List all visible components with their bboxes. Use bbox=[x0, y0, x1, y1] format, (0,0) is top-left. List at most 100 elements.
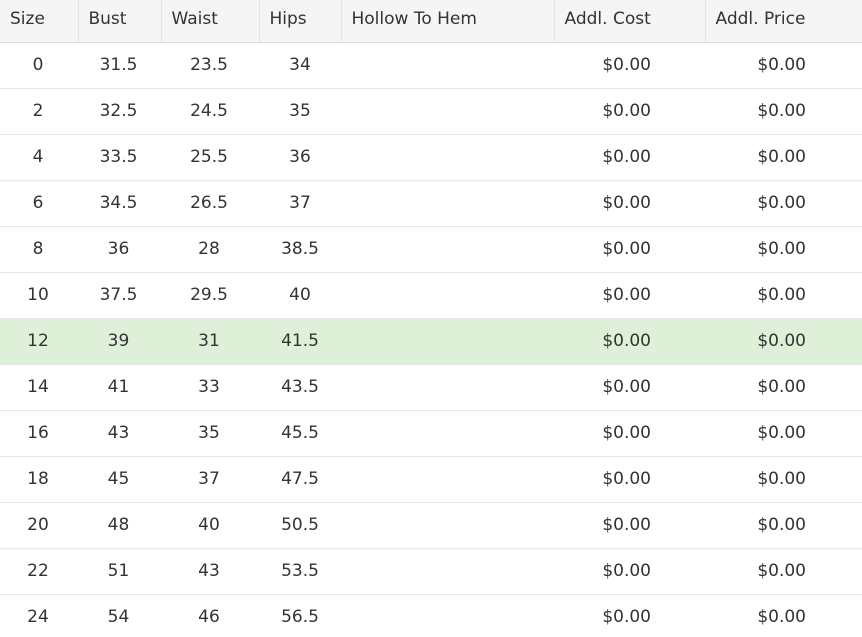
cell-size: 22 bbox=[0, 548, 78, 595]
cell-bust: 41 bbox=[78, 364, 161, 411]
cell-bust: 37.5 bbox=[78, 272, 161, 319]
cell-hollow-to-hem bbox=[341, 88, 554, 135]
cell-waist: 26.5 bbox=[161, 180, 259, 227]
cell-waist: 23.5 bbox=[161, 42, 259, 89]
cell-waist: 37 bbox=[161, 456, 259, 503]
cell-size: 2 bbox=[0, 88, 78, 135]
cell-addl-price: $0.00 bbox=[705, 272, 862, 319]
cell-bust: 51 bbox=[78, 548, 161, 595]
cell-addl-cost: $0.00 bbox=[554, 226, 705, 273]
table-row[interactable]: 6 34.5 26.5 37 $0.00 $0.00 bbox=[0, 180, 862, 227]
cell-hollow-to-hem bbox=[341, 548, 554, 595]
table-row[interactable]: 20 48 40 50.5 $0.00 $0.00 bbox=[0, 502, 862, 549]
cell-waist: 33 bbox=[161, 364, 259, 411]
column-header-hips[interactable]: Hips bbox=[259, 0, 342, 43]
cell-bust: 54 bbox=[78, 594, 161, 637]
table-row[interactable]: 4 33.5 25.5 36 $0.00 $0.00 bbox=[0, 134, 862, 181]
cell-size: 6 bbox=[0, 180, 78, 227]
cell-size: 18 bbox=[0, 456, 78, 503]
table-row[interactable]: 22 51 43 53.5 $0.00 $0.00 bbox=[0, 548, 862, 595]
cell-hips: 43.5 bbox=[259, 364, 341, 411]
column-header-hollow-to-hem[interactable]: Hollow To Hem bbox=[341, 0, 555, 43]
table-row[interactable]: 8 36 28 38.5 $0.00 $0.00 bbox=[0, 226, 862, 273]
cell-size: 16 bbox=[0, 410, 78, 457]
cell-bust: 33.5 bbox=[78, 134, 161, 181]
size-chart-table: Size Bust Waist Hips Hollow To Hem Addl.… bbox=[0, 0, 862, 637]
cell-waist: 29.5 bbox=[161, 272, 259, 319]
cell-addl-price: $0.00 bbox=[705, 134, 862, 181]
cell-hollow-to-hem bbox=[341, 502, 554, 549]
column-header-size[interactable]: Size bbox=[0, 0, 79, 43]
column-header-addl-cost[interactable]: Addl. Cost bbox=[554, 0, 706, 43]
table-row[interactable]: 0 31.5 23.5 34 $0.00 $0.00 bbox=[0, 42, 862, 89]
cell-size: 14 bbox=[0, 364, 78, 411]
cell-hips: 40 bbox=[259, 272, 341, 319]
cell-hollow-to-hem bbox=[341, 364, 554, 411]
table-row[interactable]: 24 54 46 56.5 $0.00 $0.00 bbox=[0, 594, 862, 637]
table-body: 0 31.5 23.5 34 $0.00 $0.00 2 32.5 24.5 35 $0.00 $0… bbox=[0, 42, 862, 637]
cell-size: 0 bbox=[0, 42, 78, 89]
cell-bust: 31.5 bbox=[78, 42, 161, 89]
cell-size: 8 bbox=[0, 226, 78, 273]
table-row[interactable]: 10 37.5 29.5 40 $0.00 $0.00 bbox=[0, 272, 862, 319]
cell-addl-price: $0.00 bbox=[705, 410, 862, 457]
cell-bust: 43 bbox=[78, 410, 161, 457]
cell-addl-price: $0.00 bbox=[705, 502, 862, 549]
cell-size: 10 bbox=[0, 272, 78, 319]
cell-hips: 38.5 bbox=[259, 226, 341, 273]
cell-hips: 45.5 bbox=[259, 410, 341, 457]
column-header-waist[interactable]: Waist bbox=[161, 0, 260, 43]
cell-addl-cost: $0.00 bbox=[554, 272, 705, 319]
cell-hips: 50.5 bbox=[259, 502, 341, 549]
cell-addl-cost: $0.00 bbox=[554, 502, 705, 549]
cell-addl-price: $0.00 bbox=[705, 548, 862, 595]
cell-hollow-to-hem bbox=[341, 180, 554, 227]
cell-addl-price: $0.00 bbox=[705, 594, 862, 637]
cell-addl-cost: $0.00 bbox=[554, 410, 705, 457]
cell-addl-price: $0.00 bbox=[705, 364, 862, 411]
cell-waist: 46 bbox=[161, 594, 259, 637]
cell-addl-cost: $0.00 bbox=[554, 180, 705, 227]
cell-waist: 43 bbox=[161, 548, 259, 595]
cell-addl-cost: $0.00 bbox=[554, 594, 705, 637]
cell-size: 20 bbox=[0, 502, 78, 549]
cell-hips: 35 bbox=[259, 88, 341, 135]
cell-bust: 45 bbox=[78, 456, 161, 503]
cell-addl-cost: $0.00 bbox=[554, 88, 705, 135]
cell-size: 4 bbox=[0, 134, 78, 181]
cell-addl-price: $0.00 bbox=[705, 88, 862, 135]
cell-waist: 28 bbox=[161, 226, 259, 273]
table-row[interactable]: 18 45 37 47.5 $0.00 $0.00 bbox=[0, 456, 862, 503]
table-row-highlighted[interactable]: 12 39 31 41.5 $0.00 $0.00 bbox=[0, 318, 862, 365]
cell-size: 12 bbox=[0, 318, 78, 365]
cell-hips: 56.5 bbox=[259, 594, 341, 637]
cell-addl-price: $0.00 bbox=[705, 42, 862, 89]
cell-bust: 32.5 bbox=[78, 88, 161, 135]
cell-hollow-to-hem bbox=[341, 134, 554, 181]
cell-addl-cost: $0.00 bbox=[554, 364, 705, 411]
table-row[interactable]: 14 41 33 43.5 $0.00 $0.00 bbox=[0, 364, 862, 411]
cell-size: 24 bbox=[0, 594, 78, 637]
cell-hollow-to-hem bbox=[341, 318, 554, 365]
cell-hollow-to-hem bbox=[341, 226, 554, 273]
cell-hollow-to-hem bbox=[341, 42, 554, 89]
cell-hips: 41.5 bbox=[259, 318, 341, 365]
cell-addl-price: $0.00 bbox=[705, 226, 862, 273]
column-header-addl-price[interactable]: Addl. Price bbox=[705, 0, 862, 43]
cell-hips: 47.5 bbox=[259, 456, 341, 503]
cell-waist: 35 bbox=[161, 410, 259, 457]
cell-bust: 36 bbox=[78, 226, 161, 273]
cell-addl-cost: $0.00 bbox=[554, 134, 705, 181]
table-row[interactable]: 16 43 35 45.5 $0.00 $0.00 bbox=[0, 410, 862, 457]
table-header: Size Bust Waist Hips Hollow To Hem Addl.… bbox=[0, 0, 862, 43]
cell-hips: 53.5 bbox=[259, 548, 341, 595]
table-row[interactable]: 2 32.5 24.5 35 $0.00 $0.00 bbox=[0, 88, 862, 135]
cell-hollow-to-hem bbox=[341, 456, 554, 503]
cell-hips: 37 bbox=[259, 180, 341, 227]
cell-bust: 34.5 bbox=[78, 180, 161, 227]
cell-addl-price: $0.00 bbox=[705, 456, 862, 503]
header-row: Size Bust Waist Hips Hollow To Hem Addl.… bbox=[0, 0, 862, 43]
cell-addl-cost: $0.00 bbox=[554, 42, 705, 89]
column-header-bust[interactable]: Bust bbox=[78, 0, 162, 43]
cell-hips: 34 bbox=[259, 42, 341, 89]
